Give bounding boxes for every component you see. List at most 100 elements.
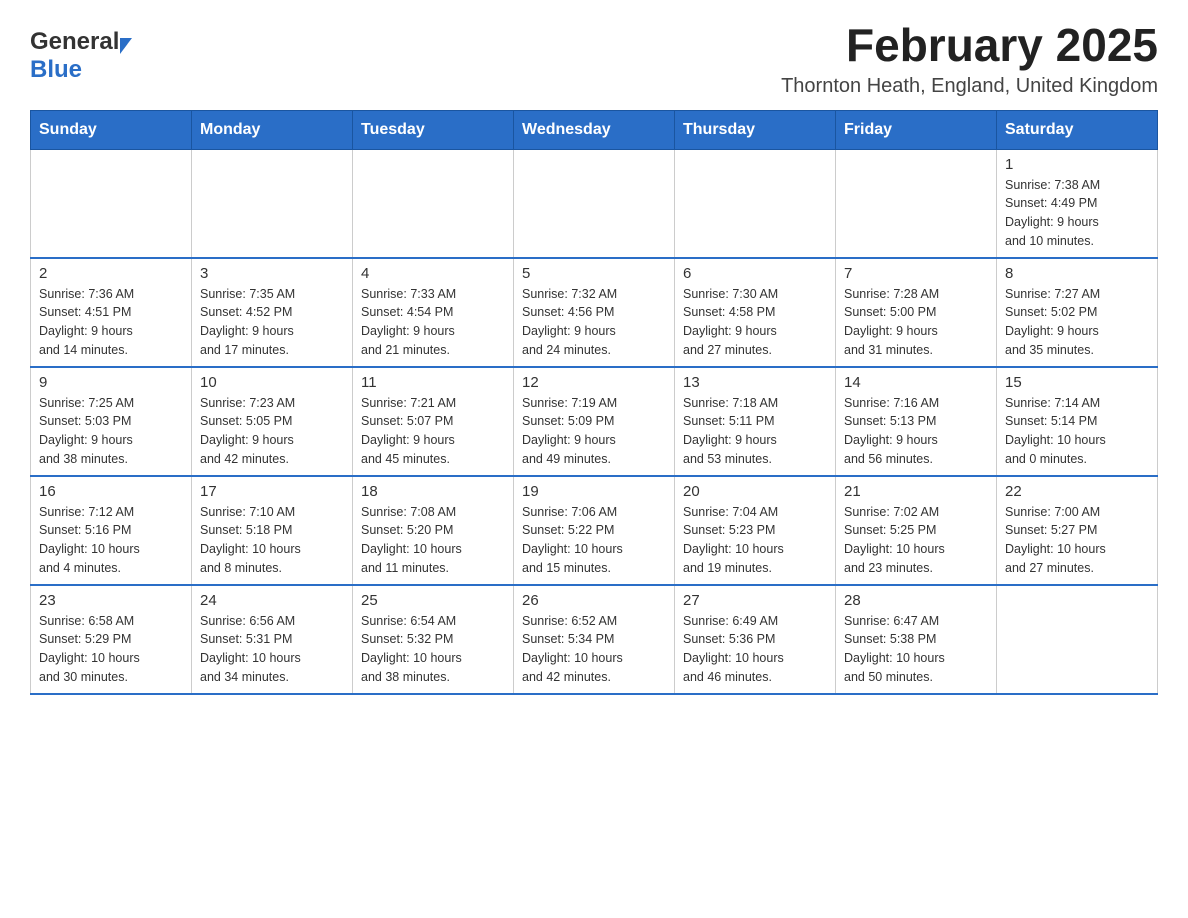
calendar-cell: 10 Sunrise: 7:23 AMSunset: 5:05 PMDayligh…: [192, 367, 353, 476]
calendar-cell: 11 Sunrise: 7:21 AMSunset: 5:07 PMDayligh…: [353, 367, 514, 476]
day-number: 23: [39, 592, 183, 609]
day-number: 21: [844, 483, 988, 500]
day-info: Sunrise: 7:23 AMSunset: 5:05 PMDaylight:…: [200, 394, 344, 469]
calendar-cell: [192, 149, 353, 258]
calendar-cell: 26 Sunrise: 6:52 AMSunset: 5:34 PMDayligh…: [514, 585, 675, 694]
day-number: 22: [1005, 483, 1149, 500]
location-subtitle: Thornton Heath, England, United Kingdom: [781, 75, 1158, 98]
logo: General Blue: [30, 20, 132, 84]
day-number: 26: [522, 592, 666, 609]
calendar-week-row: 2 Sunrise: 7:36 AMSunset: 4:51 PMDaylight…: [31, 258, 1158, 367]
page-header: General Blue February 2025 Thornton Heat…: [30, 20, 1158, 98]
calendar-cell: 23 Sunrise: 6:58 AMSunset: 5:29 PMDayligh…: [31, 585, 192, 694]
calendar-cell: 6 Sunrise: 7:30 AMSunset: 4:58 PMDaylight…: [675, 258, 836, 367]
logo-general-text: General: [30, 28, 119, 56]
day-info: Sunrise: 7:28 AMSunset: 5:00 PMDaylight:…: [844, 285, 988, 360]
calendar-cell: 13 Sunrise: 7:18 AMSunset: 5:11 PMDayligh…: [675, 367, 836, 476]
day-info: Sunrise: 7:16 AMSunset: 5:13 PMDaylight:…: [844, 394, 988, 469]
calendar-cell: [353, 149, 514, 258]
calendar-cell: 4Sunrise: 7:33 AMSunset: 4:54 PMDaylight…: [353, 258, 514, 367]
day-number: 6: [683, 265, 827, 282]
day-number: 8: [1005, 265, 1149, 282]
day-number: 28: [844, 592, 988, 609]
logo-blue-text: Blue: [30, 56, 82, 83]
day-info: Sunrise: 7:27 AMSunset: 5:02 PMDaylight:…: [1005, 285, 1149, 360]
month-title: February 2025: [781, 20, 1158, 71]
calendar-cell: 25Sunrise: 6:54 AMSunset: 5:32 PMDayligh…: [353, 585, 514, 694]
day-number: 11: [361, 374, 505, 391]
day-info: Sunrise: 7:30 AMSunset: 4:58 PMDaylight:…: [683, 285, 827, 360]
calendar-header-saturday: Saturday: [997, 110, 1158, 149]
day-number: 2: [39, 265, 183, 282]
calendar-cell: 19Sunrise: 7:06 AMSunset: 5:22 PMDayligh…: [514, 476, 675, 585]
day-info: Sunrise: 7:12 AMSunset: 5:16 PMDaylight:…: [39, 503, 183, 578]
day-number: 17: [200, 483, 344, 500]
calendar-cell: 3 Sunrise: 7:35 AMSunset: 4:52 PMDaylight…: [192, 258, 353, 367]
day-number: 9: [39, 374, 183, 391]
calendar-week-row: 9 Sunrise: 7:25 AMSunset: 5:03 PMDaylight…: [31, 367, 1158, 476]
day-number: 18: [361, 483, 505, 500]
calendar-cell: 9 Sunrise: 7:25 AMSunset: 5:03 PMDaylight…: [31, 367, 192, 476]
logo-triangle-icon: [120, 38, 132, 54]
calendar-cell: 20Sunrise: 7:04 AMSunset: 5:23 PMDayligh…: [675, 476, 836, 585]
day-number: 5: [522, 265, 666, 282]
day-info: Sunrise: 6:52 AMSunset: 5:34 PMDaylight:…: [522, 612, 666, 687]
day-info: Sunrise: 7:19 AMSunset: 5:09 PMDaylight:…: [522, 394, 666, 469]
calendar-cell: 22 Sunrise: 7:00 AMSunset: 5:27 PMDayligh…: [997, 476, 1158, 585]
day-info: Sunrise: 7:02 AMSunset: 5:25 PMDaylight:…: [844, 503, 988, 578]
day-info: Sunrise: 7:25 AMSunset: 5:03 PMDaylight:…: [39, 394, 183, 469]
calendar-cell: 14 Sunrise: 7:16 AMSunset: 5:13 PMDayligh…: [836, 367, 997, 476]
calendar-header-tuesday: Tuesday: [353, 110, 514, 149]
day-number: 10: [200, 374, 344, 391]
calendar-cell: 28 Sunrise: 6:47 AMSunset: 5:38 PMDayligh…: [836, 585, 997, 694]
day-info: Sunrise: 7:00 AMSunset: 5:27 PMDaylight:…: [1005, 503, 1149, 578]
calendar-header-wednesday: Wednesday: [514, 110, 675, 149]
day-number: 13: [683, 374, 827, 391]
calendar-cell: 15 Sunrise: 7:14 AMSunset: 5:14 PMDayligh…: [997, 367, 1158, 476]
day-info: Sunrise: 6:47 AMSunset: 5:38 PMDaylight:…: [844, 612, 988, 687]
day-number: 12: [522, 374, 666, 391]
day-number: 20: [683, 483, 827, 500]
day-info: Sunrise: 7:35 AMSunset: 4:52 PMDaylight:…: [200, 285, 344, 360]
calendar-cell: [675, 149, 836, 258]
calendar-cell: 12 Sunrise: 7:19 AMSunset: 5:09 PMDayligh…: [514, 367, 675, 476]
calendar-cell: [31, 149, 192, 258]
day-info: Sunrise: 7:38 AMSunset: 4:49 PMDaylight:…: [1005, 176, 1149, 251]
calendar-cell: 17 Sunrise: 7:10 AMSunset: 5:18 PMDayligh…: [192, 476, 353, 585]
calendar-cell: 2 Sunrise: 7:36 AMSunset: 4:51 PMDaylight…: [31, 258, 192, 367]
day-info: Sunrise: 7:21 AMSunset: 5:07 PMDaylight:…: [361, 394, 505, 469]
calendar-cell: 7Sunrise: 7:28 AMSunset: 5:00 PMDaylight…: [836, 258, 997, 367]
title-area: February 2025 Thornton Heath, England, U…: [781, 20, 1158, 98]
day-number: 4: [361, 265, 505, 282]
day-number: 1: [1005, 156, 1149, 173]
day-info: Sunrise: 7:36 AMSunset: 4:51 PMDaylight:…: [39, 285, 183, 360]
calendar-table: SundayMondayTuesdayWednesdayThursdayFrid…: [30, 110, 1158, 695]
day-number: 3: [200, 265, 344, 282]
day-info: Sunrise: 6:56 AMSunset: 5:31 PMDaylight:…: [200, 612, 344, 687]
day-info: Sunrise: 7:14 AMSunset: 5:14 PMDaylight:…: [1005, 394, 1149, 469]
calendar-cell: 5Sunrise: 7:32 AMSunset: 4:56 PMDaylight…: [514, 258, 675, 367]
day-number: 24: [200, 592, 344, 609]
day-info: Sunrise: 7:10 AMSunset: 5:18 PMDaylight:…: [200, 503, 344, 578]
calendar-cell: 8 Sunrise: 7:27 AMSunset: 5:02 PMDaylight…: [997, 258, 1158, 367]
day-number: 25: [361, 592, 505, 609]
calendar-cell: 27 Sunrise: 6:49 AMSunset: 5:36 PMDayligh…: [675, 585, 836, 694]
day-number: 14: [844, 374, 988, 391]
calendar-header-row: SundayMondayTuesdayWednesdayThursdayFrid…: [31, 110, 1158, 149]
day-info: Sunrise: 7:06 AMSunset: 5:22 PMDaylight:…: [522, 503, 666, 578]
day-number: 27: [683, 592, 827, 609]
day-info: Sunrise: 7:18 AMSunset: 5:11 PMDaylight:…: [683, 394, 827, 469]
day-number: 16: [39, 483, 183, 500]
calendar-cell: 24 Sunrise: 6:56 AMSunset: 5:31 PMDayligh…: [192, 585, 353, 694]
day-info: Sunrise: 6:49 AMSunset: 5:36 PMDaylight:…: [683, 612, 827, 687]
day-info: Sunrise: 7:08 AMSunset: 5:20 PMDaylight:…: [361, 503, 505, 578]
calendar-cell: [997, 585, 1158, 694]
calendar-cell: 16 Sunrise: 7:12 AMSunset: 5:16 PMDayligh…: [31, 476, 192, 585]
calendar-cell: [836, 149, 997, 258]
calendar-cell: [514, 149, 675, 258]
day-number: 15: [1005, 374, 1149, 391]
calendar-header-sunday: Sunday: [31, 110, 192, 149]
calendar-week-row: 23 Sunrise: 6:58 AMSunset: 5:29 PMDayligh…: [31, 585, 1158, 694]
day-info: Sunrise: 6:58 AMSunset: 5:29 PMDaylight:…: [39, 612, 183, 687]
calendar-header-thursday: Thursday: [675, 110, 836, 149]
